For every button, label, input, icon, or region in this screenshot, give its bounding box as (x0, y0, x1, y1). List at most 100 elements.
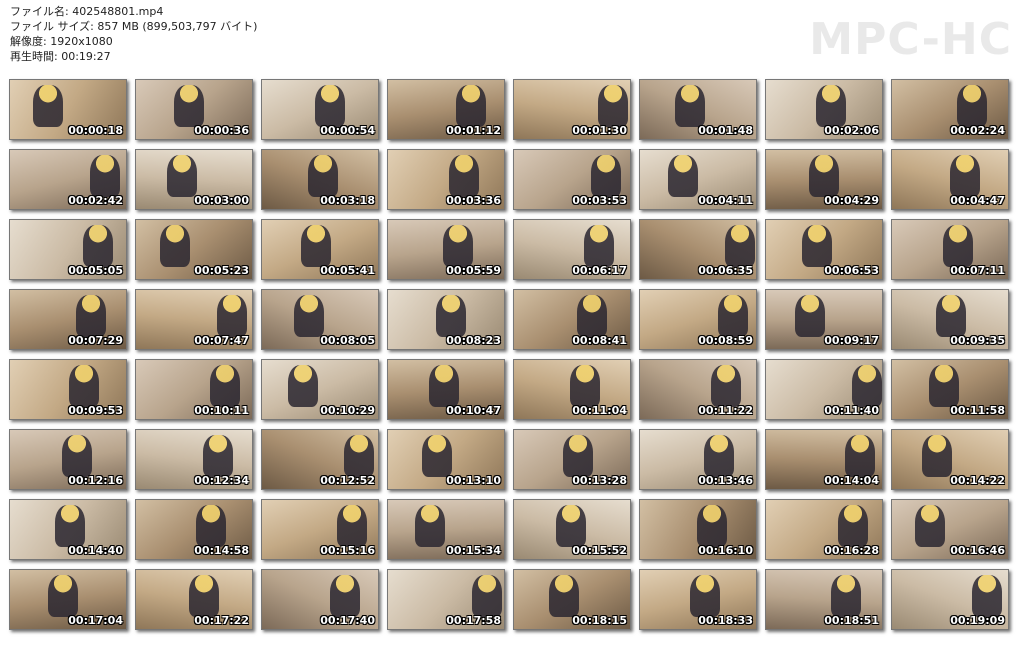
video-thumbnail: 00:08:23 (387, 289, 505, 350)
video-thumbnail: 00:10:29 (261, 359, 379, 420)
thumbnail-subject (703, 434, 734, 477)
video-thumbnail: 00:06:35 (639, 219, 757, 280)
thumbnail-subject (344, 434, 375, 477)
thumbnail-timestamp: 00:07:11 (950, 264, 1005, 277)
video-thumbnail: 00:17:58 (387, 569, 505, 630)
thumbnail-timestamp: 00:00:18 (68, 124, 123, 137)
thumbnail-subject (48, 574, 79, 617)
video-thumbnail: 00:10:47 (387, 359, 505, 420)
video-thumbnail: 00:13:28 (513, 429, 631, 490)
thumbnail-subject (851, 364, 882, 407)
thumbnail-timestamp: 00:15:52 (572, 544, 627, 557)
thumbnail-timestamp: 00:18:15 (572, 614, 627, 627)
thumbnail-subject (196, 504, 227, 547)
video-thumbnail: 00:17:40 (261, 569, 379, 630)
video-thumbnail: 00:11:58 (891, 359, 1009, 420)
thumbnail-timestamp: 00:03:18 (320, 194, 375, 207)
video-thumbnail: 00:02:24 (891, 79, 1009, 140)
thumbnail-timestamp: 00:12:16 (68, 474, 123, 487)
duration-text: 再生時間: 00:19:27 (10, 50, 111, 63)
file-info-panel: ファイル名: 402548801.mp4 ファイル サイズ: 857 MB (8… (10, 4, 257, 64)
video-thumbnail: 00:06:17 (513, 219, 631, 280)
thumbnail-subject (710, 364, 741, 407)
thumbnail-timestamp: 00:18:51 (824, 614, 879, 627)
video-thumbnail: 00:11:40 (765, 359, 883, 420)
thumbnail-timestamp: 00:01:12 (446, 124, 501, 137)
video-thumbnail: 00:13:46 (639, 429, 757, 490)
thumbnail-timestamp: 00:03:00 (194, 194, 249, 207)
thumbnail-subject (667, 154, 698, 197)
thumbnail-subject (449, 154, 480, 197)
thumbnail-grid: 00:00:18 00:00:36 00:00:54 00:01:12 00:01:30… (9, 79, 1017, 639)
video-thumbnail: 00:01:48 (639, 79, 757, 140)
thumbnail-timestamp: 00:01:48 (698, 124, 753, 137)
thumbnail-timestamp: 00:04:47 (950, 194, 1005, 207)
thumbnail-subject (837, 504, 868, 547)
thumbnail-subject (55, 504, 86, 547)
video-thumbnail: 00:14:22 (891, 429, 1009, 490)
thumbnail-subject (576, 294, 607, 337)
thumbnail-subject (724, 224, 755, 267)
thumbnail-subject (795, 294, 825, 337)
thumbnail-subject (62, 434, 93, 477)
thumbnail-subject (717, 294, 748, 337)
video-thumbnail: 00:16:28 (765, 499, 883, 560)
thumbnail-timestamp: 00:03:36 (446, 194, 501, 207)
video-thumbnail: 00:18:15 (513, 569, 631, 630)
video-thumbnail: 00:00:36 (135, 79, 253, 140)
thumbnail-subject (456, 84, 487, 127)
thumbnail-timestamp: 00:01:30 (572, 124, 627, 137)
video-thumbnail: 00:05:41 (261, 219, 379, 280)
video-thumbnail: 00:09:17 (765, 289, 883, 350)
video-thumbnail: 00:09:53 (9, 359, 127, 420)
video-thumbnail: 00:03:18 (261, 149, 379, 210)
video-thumbnail: 00:01:12 (387, 79, 505, 140)
thumbnail-timestamp: 00:07:47 (194, 334, 249, 347)
thumbnail-subject (696, 504, 727, 547)
thumbnail-subject (674, 84, 705, 127)
thumbnail-subject (301, 224, 332, 267)
mpc-hc-logo: MPC-HC (809, 14, 1012, 65)
video-thumbnail: 00:19:09 (891, 569, 1009, 630)
thumbnail-timestamp: 00:09:17 (824, 334, 879, 347)
thumbnail-timestamp: 00:15:34 (446, 544, 501, 557)
thumbnail-subject (428, 364, 459, 407)
thumbnail-subject (555, 504, 586, 547)
video-thumbnail: 00:03:00 (135, 149, 253, 210)
thumbnail-subject (414, 504, 445, 547)
video-thumbnail: 00:12:16 (9, 429, 127, 490)
thumbnail-subject (929, 364, 960, 407)
thumbnail-timestamp: 00:08:59 (698, 334, 753, 347)
thumbnail-subject (287, 364, 318, 407)
thumbnail-timestamp: 00:11:04 (572, 404, 627, 417)
video-thumbnail: 00:16:46 (891, 499, 1009, 560)
thumbnail-subject (915, 504, 946, 547)
thumbnail-timestamp: 00:06:53 (824, 264, 879, 277)
thumbnail-timestamp: 00:06:35 (698, 264, 753, 277)
video-thumbnail: 00:09:35 (891, 289, 1009, 350)
thumbnail-subject (562, 434, 593, 477)
thumbnail-timestamp: 00:13:46 (698, 474, 753, 487)
thumbnail-timestamp: 00:03:53 (572, 194, 627, 207)
video-thumbnail: 00:11:04 (513, 359, 631, 420)
thumbnail-timestamp: 00:17:40 (320, 614, 375, 627)
thumbnail-subject (936, 294, 967, 337)
thumbnail-subject (83, 224, 114, 267)
video-thumbnail: 00:13:10 (387, 429, 505, 490)
thumbnail-subject (597, 84, 628, 127)
video-thumbnail: 00:12:34 (135, 429, 253, 490)
thumbnail-timestamp: 00:02:24 (950, 124, 1005, 137)
thumbnail-timestamp: 00:17:58 (446, 614, 501, 627)
video-thumbnail: 00:02:42 (9, 149, 127, 210)
thumbnail-subject (308, 154, 339, 197)
thumbnail-timestamp: 00:09:35 (950, 334, 1005, 347)
thumbnail-timestamp: 00:16:28 (824, 544, 879, 557)
thumbnail-timestamp: 00:13:28 (572, 474, 627, 487)
thumbnail-subject (76, 294, 107, 337)
video-thumbnail: 00:04:11 (639, 149, 757, 210)
thumbnail-subject (808, 154, 839, 197)
thumbnail-timestamp: 00:10:47 (446, 404, 501, 417)
thumbnail-subject (548, 574, 579, 617)
thumbnail-timestamp: 00:16:10 (698, 544, 753, 557)
thumbnail-subject (294, 294, 325, 337)
